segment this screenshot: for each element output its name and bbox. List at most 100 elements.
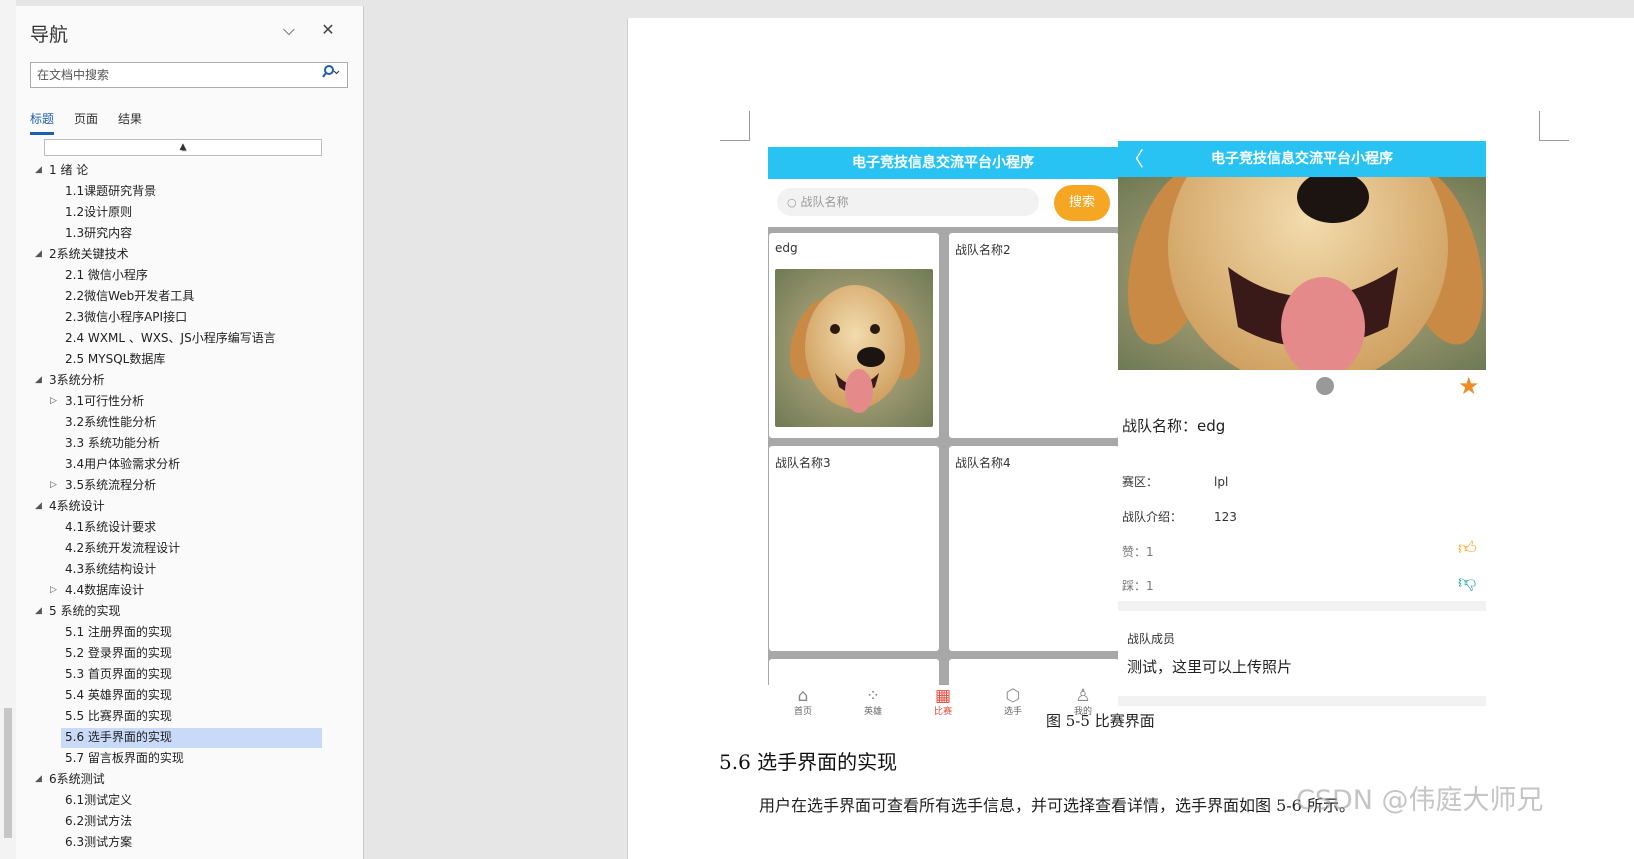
- tabbar-item[interactable]: ⁘ 英雄: [848, 688, 898, 717]
- expand-toggle-icon[interactable]: ◢: [35, 244, 42, 265]
- heading-item-level2[interactable]: 2.5 MYSQL数据库: [16, 349, 362, 370]
- heading-label: 6.1测试定义: [65, 793, 133, 807]
- match-list-screenshot: 电子竞技信息交流平台小程序 ○ 战队名称 搜索 edg 战队名称2 战队名称3 …: [768, 147, 1118, 722]
- heading-item-level2[interactable]: 5.4 英雄界面的实现: [16, 685, 362, 706]
- heading-label: 5.7 留言板界面的实现: [65, 751, 184, 765]
- expand-toggle-icon[interactable]: ◢: [35, 496, 42, 517]
- navigation-pane: 导航 ⌵ ✕ 标题页面结果 ▲̲ ◢ 1 绪 论 1.1课题研究背景 1.2设计原则 1…: [16, 6, 364, 859]
- heading-item-level1[interactable]: ◢ 6系统测试: [16, 769, 362, 790]
- heading-label: 2.3微信小程序API接口: [65, 310, 188, 324]
- chevron-down-icon[interactable]: ⌵: [277, 18, 301, 42]
- grid-icon: ⁘: [865, 686, 881, 706]
- cube-icon: ⬡: [1005, 686, 1021, 706]
- expand-toggle-icon[interactable]: ◢: [35, 601, 42, 622]
- team-card-name: 战队名称3: [775, 456, 831, 470]
- heading-item-level1[interactable]: ◢ 1 绪 论: [16, 160, 362, 181]
- search-icon: ○: [787, 196, 797, 209]
- heading-tree: ◢ 1 绪 论 1.1课题研究背景 1.2设计原则 1.3研究内容 ◢ 2系统关键技术 2.1…: [16, 160, 362, 853]
- nav-tab[interactable]: 页面: [74, 110, 98, 135]
- nav-tab[interactable]: 结果: [118, 110, 142, 135]
- search-placeholder: 战队名称: [800, 195, 849, 209]
- heading-item-level2[interactable]: 5.5 比赛界面的实现: [16, 706, 362, 727]
- thumbs-down-icon[interactable]: 👎︎: [1458, 571, 1476, 593]
- search-button[interactable]: 搜索: [1054, 185, 1110, 221]
- dislikes-count: 踩：1: [1122, 579, 1154, 593]
- heading-label: 5.5 比赛界面的实现: [65, 709, 172, 723]
- tabbar-item[interactable]: ▦ 比赛: [918, 688, 968, 717]
- heading-item-level1[interactable]: ◢ 3系统分析: [16, 370, 362, 391]
- scrollbar-thumb[interactable]: [4, 708, 12, 838]
- heading-item-level1[interactable]: ◢ 5 系统的实现: [16, 601, 362, 622]
- heading-item-level2[interactable]: ▷ 3.1可行性分析: [16, 391, 362, 412]
- heading-item-level2[interactable]: 2.1 微信小程序: [16, 265, 362, 286]
- tabbar-item[interactable]: ⬡ 选手: [988, 688, 1038, 717]
- expand-toggle-icon[interactable]: ▷: [50, 580, 57, 601]
- heading-item-level2[interactable]: 4.3系统结构设计: [16, 559, 362, 580]
- team-card[interactable]: 战队名称4: [949, 446, 1118, 651]
- heading-label: 4.4数据库设计: [65, 583, 145, 597]
- heading-item-level2[interactable]: 5.7 留言板界面的实现: [16, 748, 362, 769]
- heading-item-level2[interactable]: ▷ 4.4数据库设计: [16, 580, 362, 601]
- app-header: 电子竞技信息交流平台小程序: [768, 147, 1118, 179]
- heading-item-level1[interactable]: ◢ 4系统设计: [16, 496, 362, 517]
- expand-toggle-icon[interactable]: ▷: [50, 391, 57, 412]
- thumbs-up-icon[interactable]: 👍︎: [1458, 537, 1477, 559]
- user-icon: ♙: [1075, 686, 1091, 706]
- collapse-all-button[interactable]: ▲̲: [44, 139, 322, 156]
- team-card[interactable]: 战队名称2: [949, 233, 1118, 438]
- heading-item-level2[interactable]: ▷ 3.5系统流程分析: [16, 475, 362, 496]
- carousel-indicator[interactable]: [1316, 377, 1334, 395]
- nav-search-input[interactable]: [31, 63, 301, 87]
- heading-label: 3.1可行性分析: [65, 394, 145, 408]
- heading-item-level2[interactable]: 3.2系统性能分析: [16, 412, 362, 433]
- heading-item-level2[interactable]: 5.2 登录界面的实现: [16, 643, 362, 664]
- team-detail-screenshot: 〈 电子竞技信息交流平台小程序 ★ 战队名称：edg 赛区： lpl 战队介绍： 1…: [1118, 141, 1486, 706]
- team-search-input[interactable]: ○ 战队名称: [777, 188, 1039, 216]
- expand-toggle-icon[interactable]: ◢: [35, 769, 42, 790]
- heading-item-level2[interactable]: 5.6 选手界面的实现: [16, 727, 362, 748]
- region-row: 赛区： lpl: [1122, 473, 1228, 490]
- heading-label: 6系统测试: [49, 772, 105, 786]
- heading-label: 5.6 选手界面的实现: [65, 730, 172, 744]
- body-paragraph: 用户在选手界面可查看所有选手信息，并可选择查看详情，选手界面如图 5-6 所示。: [759, 796, 1355, 815]
- nav-tab[interactable]: 标题: [30, 110, 55, 135]
- heading-item-level2[interactable]: 4.1系统设计要求: [16, 517, 362, 538]
- tabbar-item[interactable]: ⌂ 首页: [778, 688, 828, 717]
- heading-item-level2[interactable]: 4.2系统开发流程设计: [16, 538, 362, 559]
- heading-item-level2[interactable]: 6.3测试方案: [16, 832, 362, 853]
- search-icon[interactable]: [317, 65, 345, 85]
- back-arrow-icon[interactable]: 〈: [1124, 141, 1144, 177]
- margin-corner-mark: [1539, 111, 1569, 141]
- team-card[interactable]: edg: [769, 233, 939, 438]
- heading-label: 5.2 登录界面的实现: [65, 646, 172, 660]
- heading-item-level2[interactable]: 2.2微信Web开发者工具: [16, 286, 362, 307]
- heading-item-level2[interactable]: 1.3研究内容: [16, 223, 362, 244]
- heading-item-level2[interactable]: 2.4 WXML 、WXS、JS小程序编写语言: [16, 328, 362, 349]
- heading-item-level2[interactable]: 5.1 注册界面的实现: [16, 622, 362, 643]
- expand-toggle-icon[interactable]: ◢: [35, 160, 42, 181]
- team-card[interactable]: 战队名称3: [769, 446, 939, 651]
- nav-pane-title: 导航: [30, 24, 69, 46]
- heading-item-level2[interactable]: 6.2测试方法: [16, 811, 362, 832]
- heading-item-level2[interactable]: 6.1测试定义: [16, 790, 362, 811]
- heading-item-level2[interactable]: 3.4用户体验需求分析: [16, 454, 362, 475]
- members-title: 战队成员: [1127, 632, 1176, 646]
- heading-item-level2[interactable]: 5.3 首页界面的实现: [16, 664, 362, 685]
- expand-toggle-icon[interactable]: ▷: [50, 475, 57, 496]
- heading-label: 4系统设计: [49, 499, 105, 513]
- heading-item-level2[interactable]: 2.3微信小程序API接口: [16, 307, 362, 328]
- heading-label: 5.3 首页界面的实现: [65, 667, 172, 681]
- document-page: 电子竞技信息交流平台小程序 ○ 战队名称 搜索 edg 战队名称2 战队名称3 …: [627, 18, 1634, 859]
- heading-item-level2[interactable]: 1.2设计原则: [16, 202, 362, 223]
- heading-label: 1.1课题研究背景: [65, 184, 157, 198]
- intro-value: 123: [1214, 510, 1237, 524]
- heading-label: 5.4 英雄界面的实现: [65, 688, 172, 702]
- heading-item-level2[interactable]: 3.3 系统功能分析: [16, 433, 362, 454]
- heading-item-level2[interactable]: 1.1课题研究背景: [16, 181, 362, 202]
- favorite-star-icon[interactable]: ★: [1458, 372, 1480, 400]
- close-icon[interactable]: ✕: [316, 18, 340, 42]
- heading-label: 4.1系统设计要求: [65, 520, 157, 534]
- expand-toggle-icon[interactable]: ◢: [35, 370, 42, 391]
- heading-label: 4.2系统开发流程设计: [65, 541, 181, 555]
- heading-item-level1[interactable]: ◢ 2系统关键技术: [16, 244, 362, 265]
